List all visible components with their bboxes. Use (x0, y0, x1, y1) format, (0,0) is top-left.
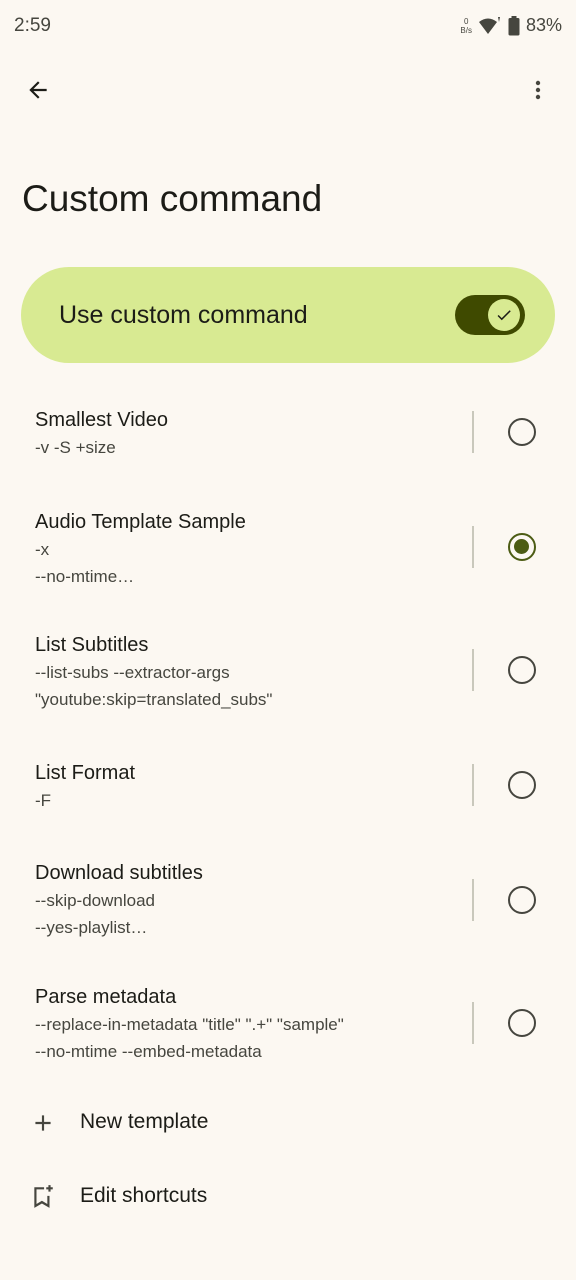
status-icons: 0 B/s 83% (460, 15, 562, 36)
page-title: Custom command (22, 178, 323, 219)
template-title: List Subtitles (35, 634, 149, 656)
template-item[interactable]: List Subtitles --list-subs --extractor-a… (0, 615, 576, 715)
battery-icon (508, 15, 520, 35)
wifi-icon (478, 16, 500, 34)
check-icon (497, 310, 511, 321)
divider (472, 1002, 474, 1044)
template-command: -v -S +size (35, 438, 116, 457)
divider (472, 411, 474, 453)
divider (472, 879, 474, 921)
edit-shortcuts-button[interactable]: Edit shortcuts (0, 1167, 576, 1227)
new-template-label: New template (80, 1110, 209, 1133)
battery-percentage: 83% (525, 15, 562, 35)
template-command: -x --no-mtime… (35, 540, 135, 586)
arrow-back-icon (29, 81, 47, 99)
template-radio[interactable] (508, 656, 536, 684)
network-speed-unit: B/s (460, 25, 472, 35)
status-time: 2:59 (14, 15, 51, 36)
template-radio-selected[interactable] (508, 533, 536, 561)
template-title: Smallest Video (35, 409, 169, 431)
template-title: Audio Template Sample (35, 511, 246, 533)
more-options-button[interactable] (514, 66, 562, 114)
template-item[interactable]: Audio Template Sample -x --no-mtime… (0, 495, 576, 595)
divider (472, 649, 474, 691)
template-item[interactable]: Download subtitles --skip-download --yes… (0, 850, 576, 950)
new-template-button[interactable]: New template (0, 1093, 576, 1153)
bookmark-add-icon (34, 1185, 53, 1208)
template-command: -F (35, 791, 52, 810)
edit-shortcuts-label: Edit shortcuts (80, 1184, 208, 1207)
template-item[interactable]: Parse metadata --replace-in-metadata "ti… (0, 975, 576, 1075)
divider (472, 526, 474, 568)
template-item[interactable]: List Format -F (0, 740, 576, 830)
use-custom-command-label: Use custom command (59, 300, 308, 329)
top-app-bar (0, 60, 576, 122)
template-title: Download subtitles (35, 862, 203, 884)
network-speed-value: 0 (463, 16, 469, 26)
network-speed: 0 B/s (460, 17, 472, 35)
divider (472, 764, 474, 806)
template-title: Parse metadata (35, 986, 177, 1008)
template-radio[interactable] (508, 886, 536, 914)
more-vert-icon (535, 80, 541, 100)
template-radio[interactable] (508, 418, 536, 446)
use-custom-command-switch-row[interactable]: Use custom command (21, 267, 555, 363)
status-bar: 2:59 0 B/s 83% (0, 0, 576, 54)
template-item[interactable]: Smallest Video -v -S +size (0, 380, 576, 470)
template-title: List Format (35, 762, 136, 784)
template-command: --list-subs --extractor-args "youtube:sk… (35, 663, 273, 709)
template-radio[interactable] (508, 1009, 536, 1037)
back-button[interactable] (14, 66, 62, 114)
template-radio[interactable] (508, 771, 536, 799)
plus-icon (35, 1115, 51, 1131)
template-command: --skip-download --yes-playlist… (35, 891, 155, 937)
use-custom-command-toggle[interactable] (455, 295, 525, 335)
template-command: --replace-in-metadata "title" ".+" "samp… (35, 1015, 344, 1061)
toggle-thumb (488, 299, 520, 331)
